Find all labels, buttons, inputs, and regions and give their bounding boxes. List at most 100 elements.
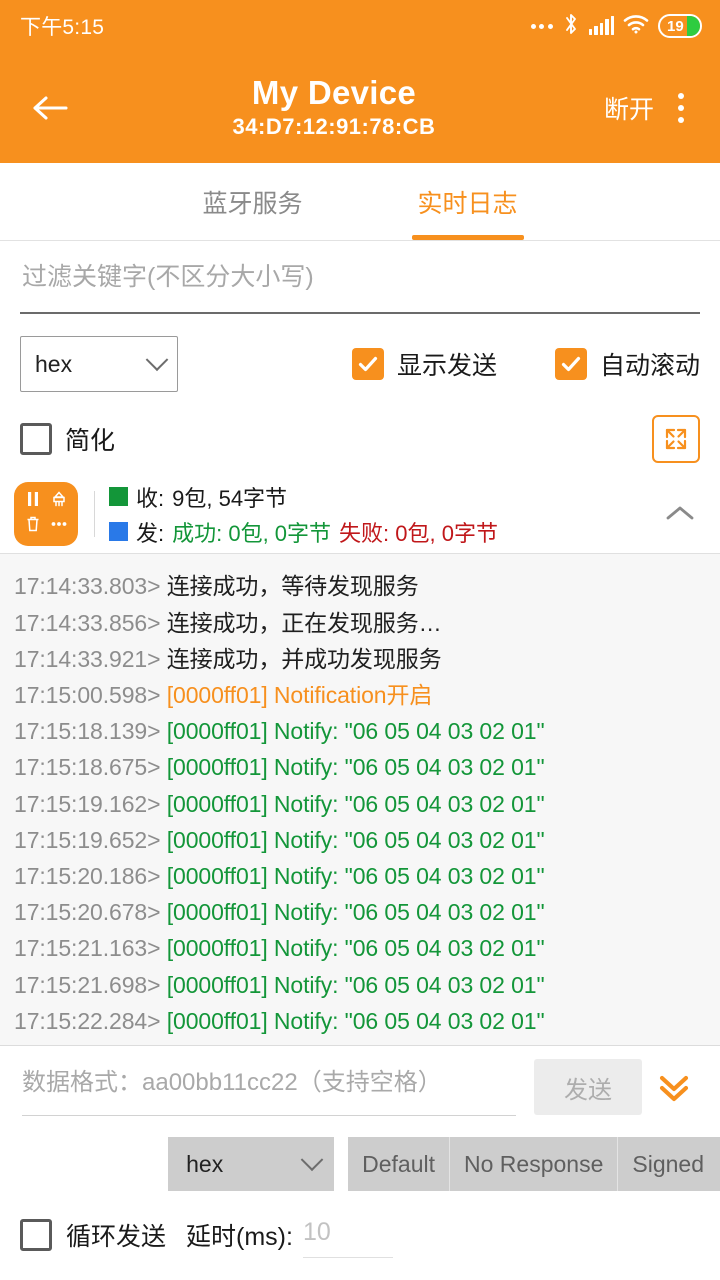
auto-scroll-checkbox[interactable]: 自动滚动: [555, 346, 700, 382]
log-timestamp: 17:14:33.856>: [14, 610, 167, 636]
trash-icon: [23, 514, 43, 539]
more-dots-icon: [531, 24, 553, 29]
show-send-checkbox[interactable]: 显示发送: [352, 346, 497, 382]
battery-icon: 19: [658, 14, 702, 38]
brush-icon: [49, 489, 69, 514]
rx-color-swatch: [109, 487, 128, 506]
system-status-bar: 下午5:15 19: [0, 0, 720, 52]
checkbox-unchecked-icon: [20, 423, 52, 455]
send-format-select-value: hex: [186, 1151, 223, 1178]
log-format-select-value: hex: [35, 351, 72, 378]
log-message: [0000ff01] Notify: "06 05 04 03 02 01": [167, 899, 545, 925]
log-line-list: 17:14:33.803> 连接成功，等待发现服务17:14:33.856> 连…: [0, 568, 720, 1045]
signal-icon: [589, 17, 615, 35]
log-line: 17:15:18.675> [0000ff01] Notify: "06 05 …: [0, 749, 720, 785]
log-message: [0000ff01] Notify: "06 05 04 03 02 01": [167, 863, 545, 889]
log-line: 17:14:33.803> 连接成功，等待发现服务: [0, 568, 720, 604]
log-line: 17:14:33.921> 连接成功，并成功发现服务: [0, 641, 720, 677]
fullscreen-expand-icon[interactable]: [652, 415, 700, 463]
log-message: [0000ff01] Notify: "06 05 04 03 02 01": [167, 827, 545, 853]
log-message: [0000ff01] Notification开启: [167, 682, 433, 708]
write-mode-no-response-button[interactable]: No Response: [450, 1137, 618, 1191]
log-message: [0000ff01] Notify: "06 05 04 03 02 01": [167, 935, 545, 961]
send-button[interactable]: 发送: [534, 1059, 642, 1115]
rx-stats-line: 收: 9包, 54字节: [109, 481, 656, 513]
write-mode-default-button[interactable]: Default: [348, 1137, 450, 1191]
wifi-icon: [623, 14, 649, 39]
log-message: 连接成功，等待发现服务: [167, 573, 419, 599]
auto-scroll-label: 自动滚动: [600, 346, 700, 382]
tab-bluetooth-services[interactable]: 蓝牙服务: [145, 163, 360, 240]
log-format-select[interactable]: hex: [20, 336, 178, 392]
delay-input[interactable]: [303, 1212, 393, 1258]
traffic-stats-bar: 收: 9包, 54字节 发: 成功: 0包, 0字节 失败: 0包, 0字节: [0, 475, 720, 553]
chevron-down-icon: [301, 1148, 324, 1171]
device-title-block: My Device 34:D7:12:91:78:CB: [74, 74, 594, 141]
battery-level-label: 19: [667, 19, 684, 34]
write-mode-signed-button[interactable]: Signed: [618, 1137, 720, 1191]
filter-row: [0, 241, 720, 325]
back-arrow-icon[interactable]: [22, 80, 78, 136]
tx-stats-line: 发: 成功: 0包, 0字节 失败: 0包, 0字节: [109, 516, 656, 548]
chevron-down-icon: [146, 348, 169, 371]
log-message: 连接成功，正在发现服务…: [167, 610, 442, 636]
tx-fail-value: 失败: 0包, 0字节: [339, 516, 498, 548]
log-line: 17:15:20.186> [0000ff01] Notify: "06 05 …: [0, 858, 720, 894]
log-line: 17:15:19.652> [0000ff01] Notify: "06 05 …: [0, 822, 720, 858]
log-timestamp: 17:14:33.921>: [14, 646, 167, 672]
log-timestamp: 17:15:19.652>: [14, 827, 167, 853]
tab-realtime-log[interactable]: 实时日志: [360, 163, 575, 240]
checkbox-checked-icon: [352, 348, 384, 380]
delay-label: 延时(ms):: [186, 1217, 293, 1253]
checkbox-checked-icon: [555, 348, 587, 380]
log-controls-row-1: hex 显示发送 自动滚动: [0, 325, 720, 403]
stats-text-block: 收: 9包, 54字节 发: 成功: 0包, 0字节 失败: 0包, 0字节: [109, 481, 656, 548]
device-mac-address: 34:D7:12:91:78:CB: [233, 114, 436, 140]
bottom-spacer: [0, 1270, 720, 1280]
log-line: 17:15:00.598> [0000ff01] Notification开启: [0, 677, 720, 713]
log-message: [0000ff01] Notify: "06 05 04 03 02 01": [167, 754, 545, 780]
tx-success-value: 成功: 0包, 0字节: [172, 516, 331, 548]
log-output-area[interactable]: 17:14:33.803> 连接成功，等待发现服务17:14:33.856> 连…: [0, 553, 720, 1046]
send-data-row: 发送: [0, 1046, 720, 1128]
log-timestamp: 17:15:00.598>: [14, 682, 167, 708]
filter-keyword-input[interactable]: [20, 252, 700, 314]
log-timestamp: 17:15:22.284>: [14, 1008, 167, 1034]
log-line: 17:15:18.139> [0000ff01] Notify: "06 05 …: [0, 713, 720, 749]
loop-send-checkbox[interactable]: [20, 1219, 52, 1251]
page-title: My Device: [252, 74, 416, 112]
log-actions-button[interactable]: [14, 482, 78, 546]
rx-prefix: 收:: [136, 481, 164, 513]
status-bar-icon-group: 19: [531, 12, 703, 41]
log-message: 连接成功，并成功发现服务: [167, 646, 442, 672]
log-timestamp: 17:15:21.698>: [14, 972, 167, 998]
divider: [94, 491, 95, 537]
log-timestamp: 17:15:18.675>: [14, 754, 167, 780]
log-line: 17:15:21.163> [0000ff01] Notify: "06 05 …: [0, 930, 720, 966]
send-data-input[interactable]: [22, 1058, 516, 1116]
log-message: [0000ff01] Notify: "06 05 04 03 02 01": [167, 1008, 545, 1034]
chevron-up-icon[interactable]: [656, 503, 704, 525]
disconnect-button[interactable]: 断开: [594, 84, 658, 132]
log-line: 17:15:21.698> [0000ff01] Notify: "06 05 …: [0, 967, 720, 1003]
app-bar: My Device 34:D7:12:91:78:CB 断开: [0, 52, 720, 163]
show-send-label: 显示发送: [397, 346, 497, 382]
status-bar-clock: 下午5:15: [20, 11, 104, 41]
tab-bar: 蓝牙服务 实时日志: [0, 163, 720, 241]
log-timestamp: 17:15:20.678>: [14, 899, 167, 925]
log-message: [0000ff01] Notify: "06 05 04 03 02 01": [167, 718, 545, 744]
simplify-checkbox[interactable]: 简化: [20, 421, 115, 457]
send-options-row: hex Default No Response Signed: [0, 1128, 720, 1200]
loop-send-row: 循环发送 延时(ms):: [0, 1200, 720, 1270]
bluetooth-icon: [562, 12, 580, 41]
send-format-select[interactable]: hex: [168, 1137, 334, 1191]
log-timestamp: 17:15:18.139>: [14, 718, 167, 744]
log-line: 17:14:33.856> 连接成功，正在发现服务…: [0, 605, 720, 641]
pause-icon: [23, 489, 43, 514]
log-timestamp: 17:15:20.186>: [14, 863, 167, 889]
tx-color-swatch: [109, 522, 128, 541]
loop-send-label: 循环发送: [66, 1217, 166, 1253]
kebab-menu-icon[interactable]: [658, 80, 704, 136]
log-controls-row-2: 简化: [0, 403, 720, 475]
double-chevron-down-icon[interactable]: [642, 1069, 706, 1105]
